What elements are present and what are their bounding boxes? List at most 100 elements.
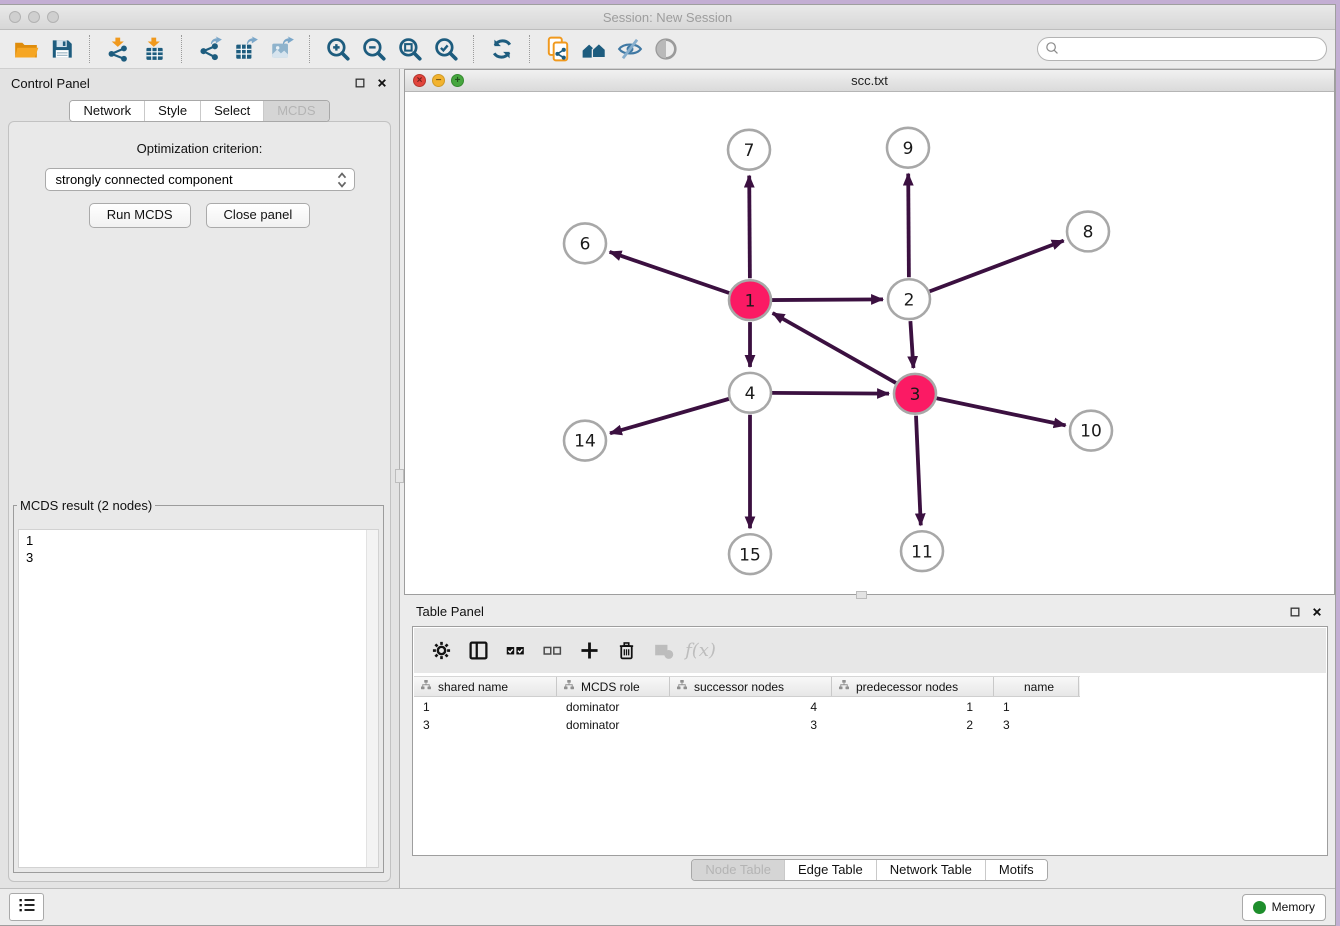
mcds-result-line: 3	[26, 549, 378, 566]
mcds-result-group: MCDS result (2 nodes) 13	[13, 498, 384, 873]
edge-2-9[interactable]	[908, 174, 909, 278]
hide-panel-icon	[617, 36, 643, 62]
zoom-out-button[interactable]	[356, 34, 392, 64]
hide-panel-button[interactable]	[612, 34, 648, 64]
close-panel-button[interactable]: Close panel	[206, 203, 311, 228]
edge-3-1[interactable]	[773, 313, 896, 383]
table-panel-title: Table Panel	[416, 604, 484, 619]
mcds-result-text[interactable]: 13	[18, 529, 379, 868]
cell-successor-nodes: 3	[670, 718, 832, 732]
trash-icon	[616, 640, 637, 661]
deselect-all-button[interactable]	[534, 634, 571, 668]
toolbar-separator	[89, 35, 91, 63]
table-row[interactable]: 3dominator323	[414, 717, 1080, 733]
node-7[interactable]: 7	[728, 130, 770, 170]
edge-3-11[interactable]	[916, 416, 921, 526]
zoom-out-icon	[361, 36, 387, 62]
status-bar: Memory	[0, 888, 1335, 925]
zoom-selected-button[interactable]	[428, 34, 464, 64]
zoom-fit-button[interactable]	[392, 34, 428, 64]
network-canvas[interactable]: 7 9 6 8 1 2 4 3 14 10 15 11	[405, 92, 1334, 594]
table-tab-network-table[interactable]: Network Table	[876, 860, 985, 880]
export-network-button[interactable]	[192, 34, 228, 64]
column-header-mcds-role[interactable]: MCDS role	[557, 677, 670, 696]
criterion-dropdown[interactable]: strongly connected component	[45, 168, 355, 191]
toolbar-separator	[473, 35, 475, 63]
column-header-successor-nodes[interactable]: successor nodes	[670, 677, 832, 696]
save-button[interactable]	[44, 34, 80, 64]
node-15[interactable]: 15	[729, 534, 771, 574]
memory-button[interactable]: Memory	[1242, 894, 1326, 921]
table-tab-edge-table[interactable]: Edge Table	[784, 860, 876, 880]
select-all-icon	[505, 640, 526, 661]
control-panel-close-button[interactable]	[375, 77, 388, 90]
column-header-shared-name[interactable]: shared name	[414, 677, 557, 696]
export-table-button[interactable]	[228, 34, 264, 64]
node-2[interactable]: 2	[888, 279, 930, 319]
node-10[interactable]: 10	[1070, 411, 1112, 451]
import-network-button[interactable]	[100, 34, 136, 64]
control-tab-select[interactable]: Select	[200, 101, 263, 121]
columns-icon	[468, 640, 489, 661]
node-9[interactable]: 9	[887, 128, 929, 168]
import-table-button[interactable]	[136, 34, 172, 64]
node-1[interactable]: 1	[729, 280, 771, 320]
open-folder-button[interactable]	[8, 34, 44, 64]
edge-2-8[interactable]	[930, 241, 1064, 292]
trash-button[interactable]	[608, 634, 645, 668]
control-tab-network[interactable]: Network	[70, 101, 144, 121]
table-panel-close-button[interactable]	[1310, 605, 1323, 618]
home-button[interactable]	[576, 34, 612, 64]
control-tab-style[interactable]: Style	[144, 101, 200, 121]
network-window-titlebar: scc.txt	[405, 70, 1334, 92]
node-11[interactable]: 11	[901, 531, 943, 571]
search-input[interactable]	[1037, 37, 1327, 61]
save-icon	[49, 36, 75, 62]
add-button[interactable]	[571, 634, 608, 668]
edge-3-10[interactable]	[937, 398, 1066, 425]
cell-successor-nodes: 4	[670, 700, 832, 714]
import-network-icon	[105, 36, 131, 62]
table-tab-motifs[interactable]: Motifs	[985, 860, 1047, 880]
zoom-in-button[interactable]	[320, 34, 356, 64]
gear-button[interactable]	[423, 634, 460, 668]
edge-4-3[interactable]	[772, 393, 889, 394]
table-tab-node-table[interactable]: Node Table	[692, 860, 784, 880]
edge-2-3[interactable]	[910, 321, 913, 368]
table-toolbar: f(x)	[414, 628, 1326, 673]
eye-button[interactable]	[648, 34, 684, 64]
vertical-splitter-handle[interactable]	[395, 469, 404, 483]
table-panel-float-button[interactable]	[1288, 605, 1301, 618]
edge-1-7[interactable]	[749, 176, 750, 279]
mcds-panel: Optimization criterion: strongly connect…	[8, 121, 391, 882]
add-icon	[579, 640, 600, 661]
refresh-button[interactable]	[484, 34, 520, 64]
column-header-name[interactable]: name	[994, 677, 1079, 696]
edge-4-14[interactable]	[610, 399, 729, 433]
criterion-dropdown-value: strongly connected component	[56, 172, 233, 187]
clone-network-button[interactable]	[540, 34, 576, 64]
select-all-button[interactable]	[497, 634, 534, 668]
clone-network-icon	[545, 36, 571, 62]
result-scrollbar[interactable]	[366, 530, 378, 867]
app-window: Session: New Session Control Panel	[0, 4, 1336, 926]
control-panel-title: Control Panel	[11, 76, 90, 91]
run-mcds-button[interactable]: Run MCDS	[89, 203, 191, 228]
node-8[interactable]: 8	[1067, 212, 1109, 252]
edge-1-6[interactable]	[610, 252, 730, 293]
node-label: 7	[744, 140, 755, 160]
gear-icon	[431, 640, 452, 661]
node-3[interactable]: 3	[894, 374, 936, 414]
export-image-button[interactable]	[264, 34, 300, 64]
node-14[interactable]: 14	[564, 421, 606, 461]
node-4[interactable]: 4	[729, 373, 771, 413]
node-6[interactable]: 6	[564, 223, 606, 263]
task-history-button[interactable]	[9, 893, 44, 921]
columns-button[interactable]	[460, 634, 497, 668]
column-header-label: name	[1024, 680, 1054, 694]
control-panel-float-button[interactable]	[353, 77, 366, 90]
table-row[interactable]: 1dominator411	[414, 699, 1080, 715]
edge-1-2[interactable]	[772, 299, 883, 300]
control-tab-mcds[interactable]: MCDS	[263, 101, 328, 121]
column-header-predecessor-nodes[interactable]: predecessor nodes	[832, 677, 994, 696]
